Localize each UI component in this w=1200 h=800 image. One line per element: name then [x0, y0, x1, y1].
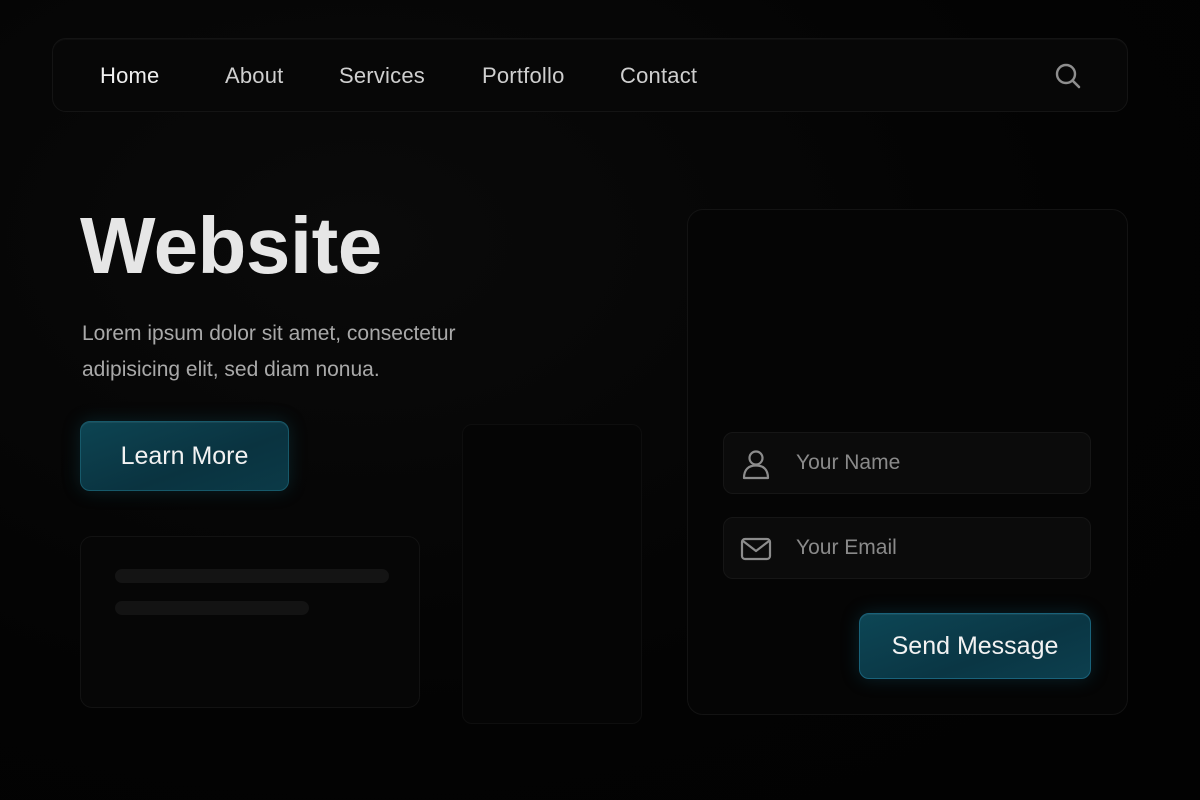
top-navigation: Home About Services Portfollo Contact [52, 38, 1128, 112]
nav-item-about[interactable]: About [225, 63, 284, 89]
placeholder-panel [462, 424, 642, 724]
email-field[interactable] [723, 517, 1091, 579]
placeholder-line [115, 601, 309, 615]
contact-form-card: Send Message [687, 209, 1128, 715]
name-input[interactable] [796, 433, 1076, 493]
mail-icon [740, 537, 772, 561]
user-icon [742, 450, 770, 480]
name-field[interactable] [723, 432, 1091, 494]
search-button[interactable] [1053, 61, 1083, 91]
search-icon [1055, 63, 1081, 89]
hero-description: Lorem ipsum dolor sit amet, consectetur … [82, 322, 456, 381]
email-input[interactable] [796, 518, 1076, 578]
placeholder-card [80, 536, 420, 708]
page: Home About Services Portfollo Contact We… [0, 0, 1200, 800]
hero-title: Website [80, 201, 382, 290]
nav-item-services[interactable]: Services [339, 63, 425, 89]
learn-more-button[interactable]: Learn More [80, 421, 289, 491]
nav-item-contact[interactable]: Contact [620, 63, 697, 89]
placeholder-line [115, 569, 389, 583]
send-message-button[interactable]: Send Message [859, 613, 1091, 679]
nav-item-home[interactable]: Home [100, 63, 160, 89]
nav-item-portfolio[interactable]: Portfollo [482, 63, 565, 89]
